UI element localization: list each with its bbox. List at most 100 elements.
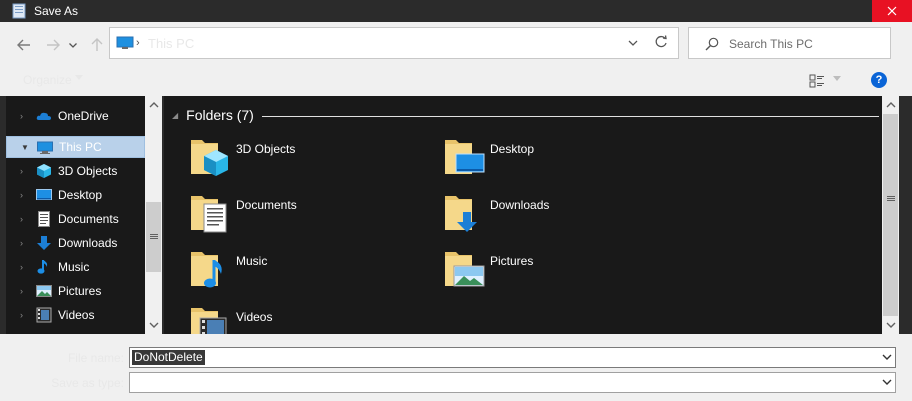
this-pc-icon <box>116 36 134 49</box>
scroll-up-icon[interactable] <box>886 100 896 110</box>
nav-item-label: OneDrive <box>58 109 109 123</box>
search-input[interactable]: Search This PC <box>729 37 813 51</box>
search-box[interactable]: Search This PC <box>688 27 891 59</box>
onedrive-icon <box>36 112 51 120</box>
nav-item-pictures[interactable]: › Pictures <box>6 280 145 302</box>
scroll-down-icon[interactable] <box>149 320 159 330</box>
arrow-up-icon <box>91 38 103 51</box>
folder-3d-objects[interactable]: 3D Objects <box>164 134 404 186</box>
pictures-icon <box>36 285 52 297</box>
scroll-up-icon[interactable] <box>149 100 159 110</box>
arrow-right-icon <box>47 39 60 51</box>
nav-item-label: Documents <box>58 212 119 226</box>
expand-chevron-icon[interactable]: › <box>20 111 23 121</box>
scroll-thumb[interactable] <box>146 202 161 272</box>
content-pane: ◢ Folders (7) 3D Objects Desktop Documen… <box>164 96 882 334</box>
folder-label: Music <box>236 254 268 268</box>
scroll-grip <box>150 236 158 237</box>
nav-item-label: Downloads <box>58 236 118 250</box>
scroll-grip <box>150 234 158 235</box>
organize-dropdown-icon[interactable] <box>75 75 83 80</box>
folder-label: 3D Objects <box>236 142 296 156</box>
scroll-down-icon[interactable] <box>886 320 896 330</box>
videos-icon <box>36 307 52 323</box>
group-collapse-icon[interactable]: ◢ <box>172 111 178 120</box>
navigation-pane-scrollbar[interactable] <box>145 96 162 334</box>
save-dialog-icon <box>12 3 26 19</box>
videos-folder-icon <box>191 308 227 334</box>
organize-button[interactable]: Organize <box>23 73 72 87</box>
folder-pictures[interactable]: Pictures <box>418 246 658 298</box>
file-name-label: File name: <box>67 351 124 365</box>
nav-item-label: Pictures <box>58 284 102 298</box>
file-name-field[interactable]: DoNotDelete <box>129 347 896 368</box>
group-title: Folders (7) <box>186 107 254 123</box>
nav-item-music[interactable]: › Music <box>6 256 145 278</box>
window-title: Save As <box>34 4 79 18</box>
folder-label: Videos <box>236 310 273 324</box>
nav-item-label: This PC <box>59 140 102 154</box>
view-options-dropdown-icon[interactable] <box>833 76 841 81</box>
back-button[interactable] <box>13 34 35 56</box>
save-as-type-select[interactable] <box>129 372 896 393</box>
forward-button[interactable] <box>42 34 64 56</box>
folder-label: Desktop <box>490 142 535 156</box>
folder-documents[interactable]: Documents <box>164 190 404 242</box>
nav-item-this-pc[interactable]: ▼ This PC <box>6 136 145 158</box>
expand-chevron-icon[interactable]: › <box>20 214 23 224</box>
close-button[interactable] <box>872 0 912 22</box>
address-path[interactable]: This PC <box>148 36 194 51</box>
save-as-type-label: Save as type: <box>51 376 124 390</box>
content-pane-scrollbar[interactable] <box>882 96 899 334</box>
group-divider <box>262 116 879 117</box>
expand-chevron-icon[interactable]: › <box>20 262 23 272</box>
downloads-icon <box>37 236 51 250</box>
file-name-dropdown-icon[interactable] <box>882 353 892 361</box>
nav-item-3d-objects[interactable]: › 3D Objects <box>6 160 145 182</box>
nav-item-videos[interactable]: › Videos <box>6 304 145 326</box>
help-icon[interactable]: ? <box>871 72 887 88</box>
folder-label: Downloads <box>490 198 550 212</box>
arrow-left-icon <box>17 39 30 51</box>
up-button[interactable] <box>86 34 108 56</box>
folders-group-header[interactable]: ◢ Folders (7) <box>172 107 254 123</box>
scroll-grip <box>150 238 158 239</box>
folder-label: Pictures <box>490 254 534 268</box>
chevron-down-icon <box>69 42 77 48</box>
command-bar: Organize <box>0 66 912 96</box>
folder-downloads[interactable]: Downloads <box>418 190 658 242</box>
this-pc-icon <box>37 141 53 154</box>
file-name-input[interactable]: DoNotDelete <box>132 350 205 365</box>
address-bar[interactable]: › This PC <box>109 27 679 59</box>
folder-desktop[interactable]: Desktop <box>418 134 658 186</box>
documents-folder-icon <box>191 196 227 233</box>
nav-item-downloads[interactable]: › Downloads <box>6 232 145 254</box>
nav-item-label: Music <box>58 260 90 274</box>
scroll-grip <box>887 200 895 201</box>
nav-item-desktop[interactable]: › Desktop <box>6 184 145 206</box>
desktop-folder-icon <box>445 140 485 174</box>
change-view-icon[interactable] <box>809 74 825 88</box>
navigation-pane: › OneDrive ▼ This PC › 3D Objects › Desk… <box>6 96 145 334</box>
nav-item-documents[interactable]: › Documents <box>6 208 145 230</box>
breadcrumb-chevron-icon[interactable]: › <box>136 37 140 49</box>
folder-label: Documents <box>236 198 297 212</box>
address-dropdown-icon[interactable] <box>628 36 638 50</box>
nav-item-label: Videos <box>58 308 95 322</box>
nav-item-onedrive[interactable]: › OneDrive <box>6 105 145 127</box>
expand-chevron-icon[interactable]: › <box>20 166 23 176</box>
save-as-type-dropdown-icon[interactable] <box>882 378 892 386</box>
recent-locations-button[interactable] <box>66 34 80 56</box>
expand-chevron-icon[interactable]: › <box>20 190 23 200</box>
scroll-grip <box>887 198 895 199</box>
expand-chevron-icon[interactable]: › <box>20 238 23 248</box>
expand-chevron-icon[interactable]: › <box>20 286 23 296</box>
refresh-icon[interactable] <box>654 35 668 49</box>
scroll-thumb[interactable] <box>883 114 898 316</box>
folder-videos[interactable]: Videos <box>164 302 404 334</box>
expand-chevron-icon[interactable]: › <box>20 310 23 320</box>
pictures-folder-icon <box>445 252 485 287</box>
folder-music[interactable]: Music <box>164 246 404 298</box>
collapse-chevron-icon[interactable]: ▼ <box>21 143 29 152</box>
3d-objects-folder-icon <box>191 140 228 176</box>
